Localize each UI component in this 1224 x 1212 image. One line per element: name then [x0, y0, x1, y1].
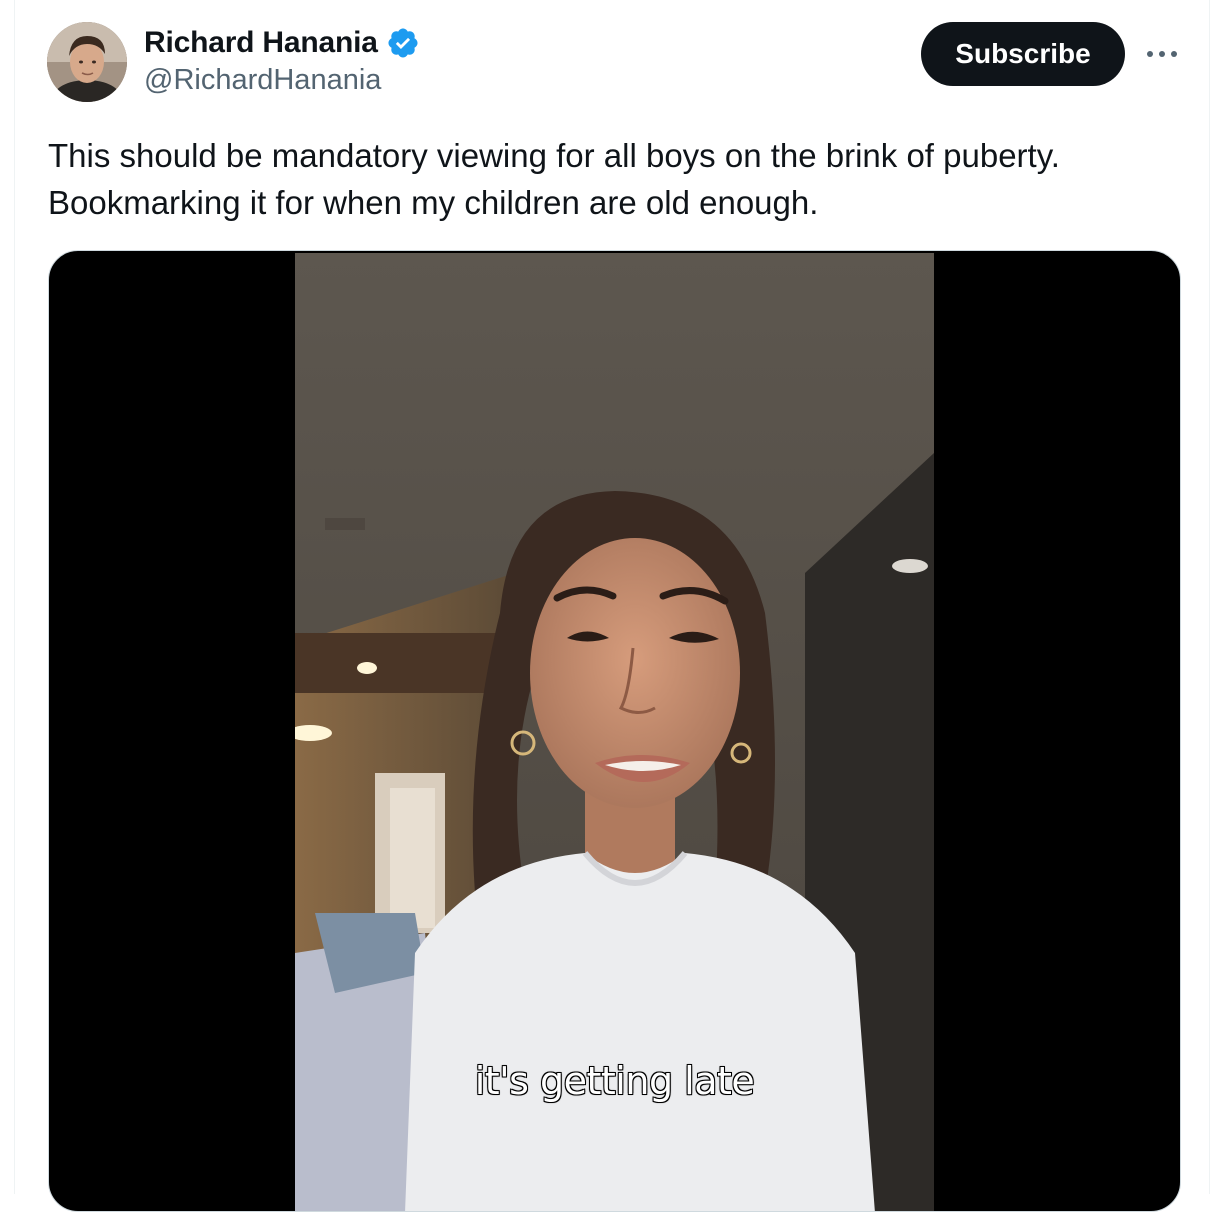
author-display-name[interactable]: Richard Hanania — [144, 26, 378, 60]
author-handle[interactable]: @RichardHanania — [144, 64, 381, 97]
author-name-row[interactable]: Richard Hanania — [144, 24, 420, 62]
tweet-text-line-2: Bookmarking it for when my children are … — [48, 184, 819, 221]
avatar-image — [47, 22, 127, 102]
verified-badge-icon — [386, 26, 420, 60]
tweet-media-video[interactable]: it's getting late — [48, 250, 1181, 1212]
tweet-text: This should be mandatory viewing for all… — [48, 132, 1188, 226]
tweet-text-line-1: This should be mandatory viewing for all… — [48, 137, 1060, 174]
video-caption: it's getting late — [474, 1058, 756, 1104]
subscribe-button[interactable]: Subscribe — [921, 22, 1125, 86]
video-frame[interactable]: it's getting late — [295, 253, 934, 1211]
more-options-icon[interactable] — [1142, 36, 1182, 72]
avatar[interactable] — [47, 22, 127, 102]
